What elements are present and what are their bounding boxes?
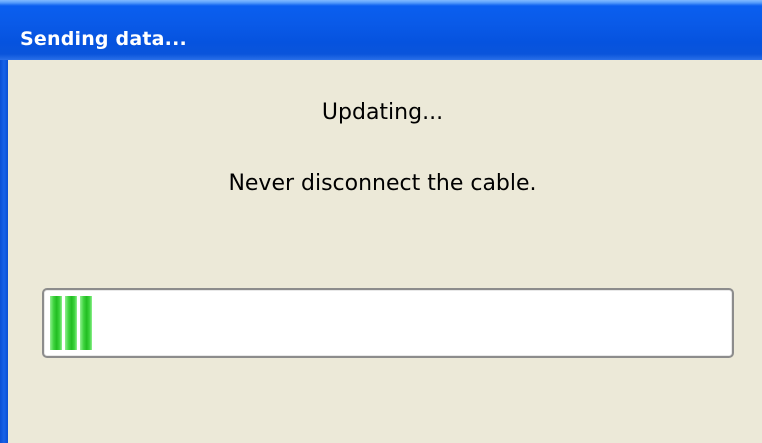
window-title: Sending data... [20, 28, 187, 50]
warning-message: Never disconnect the cable. [228, 171, 537, 196]
progress-bar [42, 288, 734, 358]
title-bar[interactable]: Sending data... [0, 0, 762, 60]
title-bar-highlight [0, 0, 762, 6]
sending-data-dialog: Sending data... Updating... Never discon… [0, 0, 762, 443]
status-message: Updating... [321, 100, 444, 125]
progress-bar-fill [50, 296, 92, 350]
progress-chunk [65, 296, 77, 350]
progress-chunk [50, 296, 62, 350]
progress-chunk [80, 296, 92, 350]
